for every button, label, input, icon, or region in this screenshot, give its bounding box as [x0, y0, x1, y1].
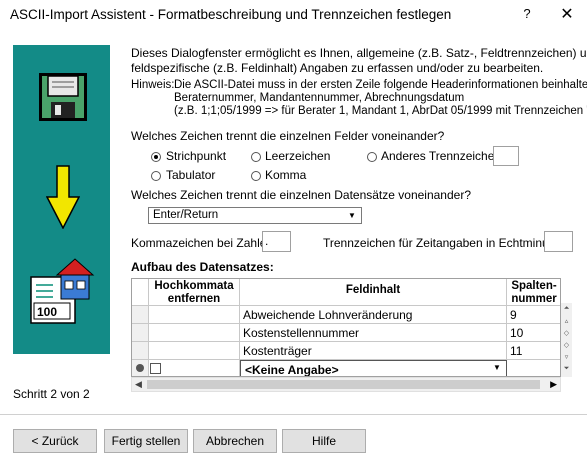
record-sep-question: Welches Zeichen trennt die einzelnen Dat…: [131, 188, 471, 202]
decimal-input[interactable]: .: [262, 231, 291, 252]
content-select-value: <Keine Angabe>: [245, 363, 339, 377]
back-button[interactable]: < Zurück: [13, 429, 97, 453]
col-header-colnum[interactable]: Spalten- nummer: [507, 279, 560, 306]
radio-space[interactable]: [251, 152, 261, 162]
record-sep-select[interactable]: Enter/Return ▼: [148, 207, 362, 224]
arrow-down-icon: [46, 165, 80, 229]
col-header-content[interactable]: Feldinhalt: [240, 279, 507, 306]
quotes-checkbox[interactable]: [150, 363, 161, 374]
structure-title: Aufbau des Datensatzes:: [131, 260, 274, 274]
radio-other-label[interactable]: Anderes Trennzeichen:: [381, 149, 504, 163]
wizard-image-panel: 100: [13, 45, 110, 354]
col-header-quotes[interactable]: Hochkommata entfernen: [149, 279, 240, 306]
record-indicator-icon: [136, 364, 144, 372]
row-header-corner: [132, 279, 149, 306]
horizontal-scrollbar[interactable]: ◀ ▶: [131, 377, 561, 392]
scroll-top-icon[interactable]: ⏶: [561, 305, 572, 313]
radio-tab-label[interactable]: Tabulator: [166, 168, 215, 182]
divider: [0, 414, 587, 415]
content-cell[interactable]: Kostenträger: [240, 342, 507, 360]
time-sep-input[interactable]: [544, 231, 573, 252]
radio-comma[interactable]: [251, 171, 261, 181]
quotes-cell[interactable]: [149, 306, 240, 324]
row-selector[interactable]: [132, 306, 149, 324]
record-structure-grid: Hochkommata entfernen Feldinhalt Spalten…: [131, 278, 561, 377]
radio-comma-label[interactable]: Komma: [265, 168, 306, 182]
quotes-cell[interactable]: [149, 324, 240, 342]
form-house-icon: 100: [30, 258, 95, 324]
help-icon[interactable]: ?: [519, 6, 535, 24]
content-cell[interactable]: Abweichende Lohnveränderung: [240, 306, 507, 324]
close-icon[interactable]: ✕: [556, 4, 578, 24]
scroll-left-icon[interactable]: ◀: [135, 379, 142, 390]
scroll-mid-down-icon[interactable]: ◇: [561, 341, 572, 349]
col-header-quotes-line1: Hochkommata: [154, 280, 234, 292]
cancel-button[interactable]: Abbrechen: [193, 429, 277, 453]
colnum-cell[interactable]: [507, 360, 560, 376]
window-title: ASCII-Import Assistent - Formatbeschreib…: [10, 7, 452, 22]
scroll-down-icon[interactable]: ▿: [561, 353, 572, 361]
title-bar: ASCII-Import Assistent - Formatbeschreib…: [0, 0, 587, 30]
floppy-disk-icon: [39, 73, 87, 121]
col-header-colnum-line2: nummer: [511, 293, 557, 305]
hint-label: Hinweis:: [131, 79, 175, 91]
scroll-mid-up-icon[interactable]: ◇: [561, 329, 572, 337]
hint-line-3: (z.B. 1;1;05/1999 => für Berater 1, Mand…: [174, 105, 587, 117]
hint-line-2: Beraternummer, Mandantennummer, Abrechnu…: [174, 92, 465, 104]
step-indicator: Schritt 2 von 2: [13, 387, 90, 401]
help-button[interactable]: Hilfe: [282, 429, 366, 453]
content-cell[interactable]: Kostenstellennummer: [240, 324, 507, 342]
row-selector[interactable]: [132, 342, 149, 360]
new-row-selector[interactable]: [132, 360, 149, 376]
col-header-colnum-line1: Spalten-: [511, 280, 557, 292]
svg-text:100: 100: [37, 305, 57, 319]
chevron-down-icon[interactable]: ▼: [345, 210, 359, 222]
radio-other[interactable]: [367, 152, 377, 162]
quotes-checkbox-cell[interactable]: [149, 360, 240, 376]
intro-line-2: feldspezifische (z.B. Feldinhalt) Angabe…: [131, 61, 544, 75]
finish-button[interactable]: Fertig stellen: [104, 429, 188, 453]
scroll-thumb[interactable]: [147, 380, 540, 389]
record-sep-value: Enter/Return: [153, 209, 219, 221]
time-sep-label: Trennzeichen für Zeitangaben in Echtminu…: [323, 236, 569, 250]
decimal-value: .: [265, 234, 269, 248]
radio-tab[interactable]: [151, 171, 161, 181]
radio-semicolon[interactable]: [151, 152, 161, 162]
col-header-quotes-line2: entfernen: [167, 293, 221, 305]
scroll-right-icon[interactable]: ▶: [550, 379, 557, 390]
row-selector[interactable]: [132, 324, 149, 342]
radio-semicolon-label[interactable]: Strichpunkt: [166, 149, 226, 163]
intro-line-1: Dieses Dialogfenster ermöglicht es Ihnen…: [131, 46, 587, 60]
hint-line-1: Die ASCII-Datei muss in der ersten Zeile…: [174, 79, 587, 91]
colnum-cell[interactable]: 10: [507, 324, 560, 342]
colnum-cell[interactable]: 11: [507, 342, 560, 360]
other-separator-input[interactable]: [493, 146, 519, 166]
decimal-label: Kommazeichen bei Zahlen:: [131, 236, 277, 250]
content-select[interactable]: <Keine Angabe> ▼: [240, 360, 507, 377]
radio-space-label[interactable]: Leerzeichen: [265, 149, 330, 163]
scroll-up-icon[interactable]: ▵: [561, 317, 572, 325]
scroll-bottom-icon[interactable]: ⏷: [561, 365, 572, 373]
vertical-scrollbar[interactable]: ⏶ ▵ ◇ ◇ ▿ ⏷: [561, 303, 572, 377]
chevron-down-icon[interactable]: ▼: [490, 362, 504, 374]
quotes-cell[interactable]: [149, 342, 240, 360]
field-sep-question: Welches Zeichen trennt die einzelnen Fel…: [131, 129, 445, 143]
colnum-cell[interactable]: 9: [507, 306, 560, 324]
